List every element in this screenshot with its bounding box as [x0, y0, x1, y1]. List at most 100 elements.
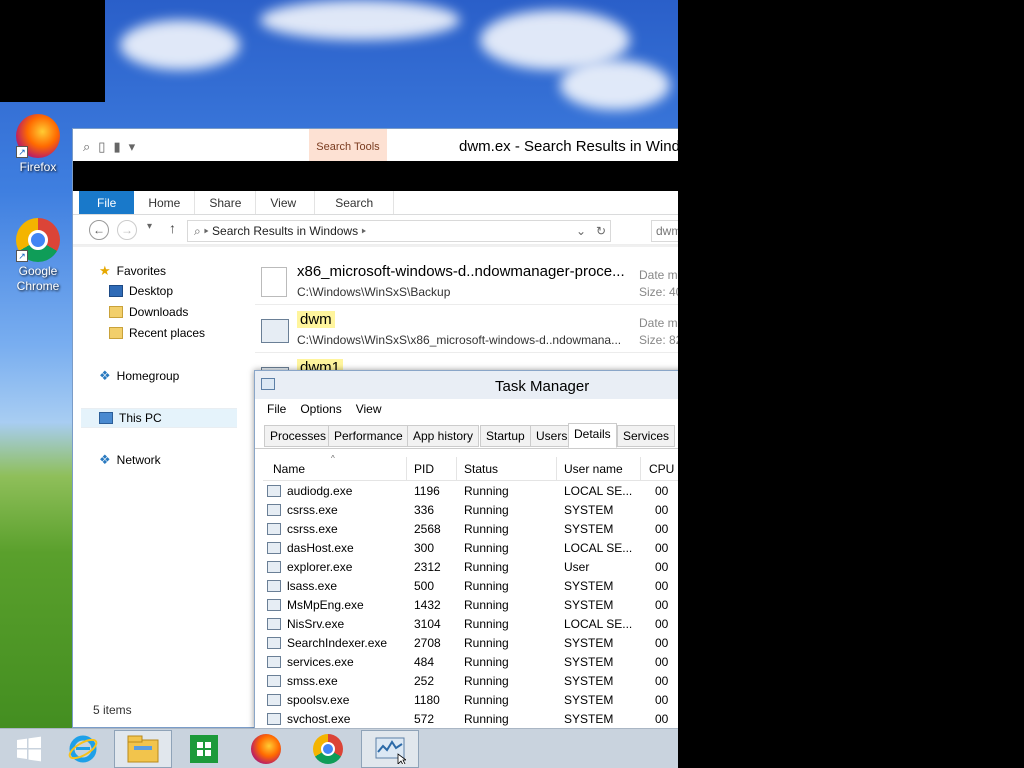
tab-details[interactable]: Details — [568, 423, 617, 448]
result-size: Size: 82 — [639, 333, 678, 347]
tab-file[interactable]: File — [79, 191, 135, 214]
tab-share[interactable]: Share — [195, 191, 257, 214]
column-user-name[interactable]: User name — [564, 462, 623, 476]
nav-downloads[interactable]: Downloads — [109, 305, 188, 319]
start-button[interactable] — [0, 730, 58, 768]
process-pid: 1180 — [414, 693, 440, 707]
tab-startup[interactable]: Startup — [480, 425, 531, 447]
nav-desktop[interactable]: Desktop — [109, 284, 173, 298]
process-cpu: 00 — [655, 503, 669, 517]
desktop-icon-firefox[interactable]: ↗ Firefox — [8, 114, 68, 174]
search-input[interactable]: dwm — [651, 220, 678, 242]
process-status: Running — [464, 579, 509, 593]
process-status: Running — [464, 636, 509, 650]
process-cpu: 00 — [655, 693, 669, 707]
process-name: services.exe — [287, 655, 354, 669]
table-row[interactable]: SearchIndexer.exe 2708 Running SYSTEM 00 — [263, 634, 678, 653]
refresh-icon[interactable]: ↻ — [596, 221, 606, 241]
forward-button[interactable]: → — [117, 220, 137, 240]
quick-access-toolbar: ⌕ ▯ ▮ ▾ — [83, 139, 135, 155]
tab-search[interactable]: Search — [315, 191, 395, 214]
details-table-header: ^ Name PID Status User name CPU — [263, 454, 678, 481]
table-row[interactable]: dasHost.exe 300 Running LOCAL SE... 00 — [263, 539, 678, 558]
table-row[interactable]: lsass.exe 500 Running SYSTEM 00 — [263, 577, 678, 596]
process-icon — [267, 523, 281, 535]
process-user: User — [564, 560, 590, 574]
table-row[interactable]: MsMpEng.exe 1432 Running SYSTEM 00 — [263, 596, 678, 615]
table-row[interactable]: svchost.exe 572 Running SYSTEM 00 — [263, 710, 678, 729]
nav-label: Favorites — [116, 264, 167, 278]
nav-this-pc[interactable]: This PC — [81, 408, 237, 428]
desktop-icon-label: Firefox — [19, 160, 57, 174]
process-user: SYSTEM — [564, 598, 614, 612]
tab-users[interactable]: Users — [530, 425, 574, 447]
column-cpu[interactable]: CPU — [649, 462, 674, 476]
column-divider[interactable] — [556, 457, 557, 481]
table-row[interactable]: audiodg.exe 1196 Running LOCAL SE... 00 — [263, 482, 678, 501]
process-user: SYSTEM — [564, 655, 614, 669]
homegroup-icon: ❖ — [99, 368, 111, 383]
table-row[interactable]: csrss.exe 2568 Running SYSTEM 00 — [263, 520, 678, 539]
back-button[interactable]: ← — [89, 220, 109, 240]
table-row[interactable]: spoolsv.exe 1180 Running SYSTEM 00 — [263, 691, 678, 710]
tab-view[interactable]: View — [256, 191, 316, 214]
desktop-icon-chrome[interactable]: ↗ Google Chrome — [8, 218, 68, 294]
cloud — [260, 0, 460, 40]
process-icon — [267, 618, 281, 630]
tab-home[interactable]: Home — [134, 191, 196, 214]
tab-processes[interactable]: Processes — [264, 425, 333, 447]
process-cpu: 00 — [655, 541, 669, 555]
recent-locations-chevron-icon[interactable]: ▾ — [147, 221, 152, 232]
taskbar-internet-explorer[interactable] — [54, 730, 112, 768]
properties-icon[interactable]: ▯ — [98, 139, 105, 155]
new-folder-icon[interactable]: ▮ — [113, 139, 120, 155]
nav-recent-places[interactable]: Recent places — [109, 326, 205, 340]
tab-performance[interactable]: Performance — [328, 425, 409, 447]
printer-spooler-icon — [267, 694, 281, 706]
result-name: x86_microsoft-windows-d..ndowmanager-pro… — [297, 263, 625, 280]
tab-app-history[interactable]: App history — [407, 425, 480, 447]
list-item[interactable]: dwm C:\Windows\WinSxS\x86_microsoft-wind… — [255, 307, 678, 353]
menu-view[interactable]: View — [356, 399, 382, 419]
ie-icon — [68, 735, 98, 763]
tab-services[interactable]: Services — [617, 425, 676, 447]
nav-homegroup[interactable]: ❖ Homegroup — [99, 368, 179, 384]
nav-network[interactable]: ❖ Network — [99, 452, 161, 468]
start-icon — [17, 736, 41, 762]
taskbar-firefox[interactable] — [237, 730, 295, 768]
taskbar-chrome[interactable] — [299, 730, 357, 768]
list-item[interactable]: x86_microsoft-windows-d..ndowmanager-pro… — [255, 259, 678, 305]
file-icon — [261, 267, 287, 297]
taskbar-store[interactable] — [175, 730, 233, 768]
up-button[interactable]: ↑ — [169, 220, 176, 236]
process-icon — [267, 656, 281, 668]
column-divider[interactable] — [640, 457, 641, 481]
search-tools-context-tab[interactable]: Search Tools — [309, 129, 387, 161]
table-row[interactable]: explorer.exe 2312 Running User 00 — [263, 558, 678, 577]
column-divider[interactable] — [406, 457, 407, 481]
menu-file[interactable]: File — [267, 399, 286, 419]
table-row[interactable]: smss.exe 252 Running SYSTEM 00 — [263, 672, 678, 691]
table-row[interactable]: services.exe 484 Running SYSTEM 00 — [263, 653, 678, 672]
result-date: Date m — [639, 316, 678, 330]
black-region — [0, 0, 105, 102]
address-dropdown-icon[interactable]: ⌄ — [576, 221, 586, 241]
result-path: C:\Windows\WinSxS\Backup — [297, 285, 451, 299]
column-name[interactable]: Name — [273, 462, 305, 476]
table-row[interactable]: NisSrv.exe 3104 Running LOCAL SE... 00 — [263, 615, 678, 634]
process-icon — [267, 580, 281, 592]
process-pid: 572 — [414, 712, 435, 726]
search-icon[interactable]: ⌕ — [83, 139, 90, 155]
nav-favorites[interactable]: ★ Favorites — [99, 263, 166, 279]
table-row[interactable]: csrss.exe 336 Running SYSTEM 00 — [263, 501, 678, 520]
chevron-down-icon[interactable]: ▾ — [129, 139, 136, 155]
column-pid[interactable]: PID — [414, 462, 434, 476]
taskbar-file-explorer[interactable] — [114, 730, 172, 768]
menu-options[interactable]: Options — [300, 399, 341, 419]
taskbar-task-manager[interactable] — [361, 730, 419, 768]
column-status[interactable]: Status — [464, 462, 498, 476]
address-bar[interactable]: ⌕ ▸ Search Results in Windows ▸ ⌄ ↻ — [187, 220, 611, 242]
process-pid: 336 — [414, 503, 435, 517]
column-divider[interactable] — [456, 457, 457, 481]
process-status: Running — [464, 484, 509, 498]
